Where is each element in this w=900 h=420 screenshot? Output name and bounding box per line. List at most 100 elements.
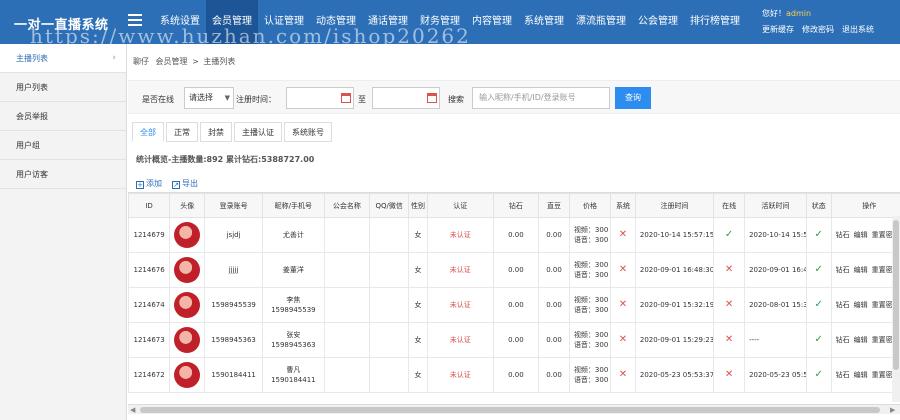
cross-icon: ✕ [618, 299, 628, 310]
sidebar-item-user-list[interactable]: 用户列表 [0, 73, 126, 102]
reg-start-date-input[interactable] [286, 87, 354, 109]
diamond-button[interactable]: 钻石 [836, 301, 850, 309]
cell-qq-wechat [369, 217, 410, 253]
cross-icon: ✕ [724, 369, 734, 380]
nickname: 李焦 [286, 296, 301, 304]
scrollbar-thumb[interactable] [140, 407, 880, 413]
avatar [174, 362, 201, 388]
avatar [174, 257, 201, 283]
scrollbar-thumb[interactable] [893, 220, 899, 370]
vertical-scrollbar[interactable] [892, 216, 900, 402]
sidebar-item-label: 用户访客 [16, 170, 48, 179]
cell-active-time: 2020-08-01 15:32 [744, 287, 807, 323]
query-button[interactable]: 查询 [615, 87, 651, 109]
cell-qq-wechat [369, 252, 410, 288]
cell-account: 1590184411 [204, 357, 263, 393]
nav-calls[interactable]: 通话管理 [362, 0, 414, 44]
voice-price: 语音：300 [573, 341, 609, 349]
nav-moments[interactable]: 动态管理 [310, 0, 362, 44]
tab-normal[interactable]: 正常 [166, 122, 198, 142]
column-header: ID [128, 193, 171, 218]
tab-banned[interactable]: 封禁 [200, 122, 232, 142]
cell-diamond: 0.00 [492, 357, 540, 393]
avatar [174, 222, 201, 248]
menu-toggle-icon[interactable] [128, 14, 142, 26]
tab-system-accounts[interactable]: 系统账号 [284, 122, 332, 142]
check-icon: ✓ [814, 264, 823, 275]
nav-guild[interactable]: 公会管理 [632, 0, 684, 44]
reg-end-date-input[interactable] [372, 87, 440, 109]
cell-reg-time: 2020-09-01 16:48:30 [634, 252, 715, 288]
cell-price: 视频：300 语音：300 [568, 287, 612, 323]
diamond-button[interactable]: 钻石 [836, 336, 850, 344]
cell-account: jjjjj [204, 252, 263, 288]
breadcrumb-item[interactable]: 聊仔 [133, 57, 149, 66]
column-header: QQ/微信 [369, 193, 410, 218]
cell-verification: 未认证 [426, 322, 494, 358]
nav-leaderboard[interactable]: 排行榜管理 [684, 0, 746, 44]
cell-operations: 钻石 编辑 重置密码 [830, 322, 900, 358]
diamond-button[interactable]: 钻石 [836, 231, 850, 239]
edit-button[interactable]: 编辑 [854, 336, 868, 344]
cell-guild [323, 357, 371, 393]
breadcrumb: 聊仔 会员管理 > 主播列表 [133, 56, 235, 67]
nav-drift-bottle[interactable]: 漂流瓶管理 [570, 0, 632, 44]
app-title: 一对一直播系统 [14, 18, 109, 33]
add-button[interactable]: + 添加 [136, 178, 162, 189]
nav-verification[interactable]: 认证管理 [258, 0, 310, 44]
cell-online: ✕ [713, 322, 746, 358]
edit-button[interactable]: 编辑 [854, 371, 868, 379]
cell-diamond: 0.00 [492, 217, 540, 253]
export-button[interactable]: ↗ 导出 [172, 178, 198, 189]
column-header: 活跃时间 [744, 193, 807, 218]
cell-gender: 女 [408, 217, 428, 253]
online-select[interactable]: 请选择 ▼ [184, 87, 234, 109]
cell-bean: 0.00 [538, 357, 570, 393]
table-row[interactable]: 1214676 jjjjj 姜董洋女未认证 0.00 0.00 视频：300 语音：300 ✕… [128, 252, 900, 288]
sidebar-item-user-groups[interactable]: 用户组 [0, 131, 126, 160]
nav-system-settings[interactable]: 系统设置 [154, 0, 206, 44]
nav-member-management[interactable]: 会员管理 [206, 0, 258, 44]
edit-button[interactable]: 编辑 [854, 266, 868, 274]
table-row[interactable]: 1214679 jsjdj 尤善计女未认证 0.00 0.00 视频：300 语音：300 ✕… [128, 217, 900, 253]
table-row[interactable]: 1214674 1598945539 李焦 1598945539 女未认证 0.00 0.0… [128, 287, 900, 323]
cell-status: ✓ [805, 252, 832, 288]
column-header: 在线 [713, 193, 746, 218]
table-row[interactable]: 1214673 1598945363 张安 1598945363 女未认证 0.00 0.0… [128, 322, 900, 358]
tab-all[interactable]: 全部 [132, 122, 164, 142]
scroll-left-icon[interactable]: ◀ [130, 405, 135, 415]
sidebar-item-label: 用户组 [16, 141, 40, 150]
sidebar-item-member-reports[interactable]: 会员举报 [0, 102, 126, 131]
refresh-cache-link[interactable]: 更新缓存 [762, 24, 794, 35]
check-icon: ✓ [814, 369, 823, 380]
diamond-button[interactable]: 钻石 [836, 371, 850, 379]
edit-button[interactable]: 编辑 [854, 231, 868, 239]
table-row[interactable]: 1214672 1590184411 曹凡 1590184411 女未认证 0.00 0.0… [128, 357, 900, 393]
diamond-button[interactable]: 钻石 [836, 266, 850, 274]
breadcrumb-item[interactable]: 会员管理 [156, 57, 188, 66]
edit-button[interactable]: 编辑 [854, 301, 868, 309]
chevron-down-icon: ▼ [224, 94, 230, 102]
sidebar-item-anchor-list[interactable]: 主播列表 › [0, 44, 126, 73]
cell-avatar [169, 252, 206, 288]
nav-system-admin[interactable]: 系统管理 [518, 0, 570, 44]
scroll-right-icon[interactable]: ▶ [890, 405, 895, 415]
cell-operations: 钻石 编辑 重置密码 [830, 252, 900, 288]
stats-summary: 统计概览-主播数量:892 累计钻石:5388727.00 [136, 155, 315, 164]
video-price: 视频：300 [573, 366, 609, 374]
nav-finance[interactable]: 财务管理 [414, 0, 466, 44]
cross-icon: ✕ [618, 264, 628, 275]
tab-anchor-verification[interactable]: 主播认证 [234, 122, 282, 142]
sidebar-item-user-visitors[interactable]: 用户访客 [0, 160, 126, 189]
cell-bean: 0.00 [538, 252, 570, 288]
column-header: 昵称/手机号 [261, 193, 325, 218]
username: admin [786, 9, 812, 18]
horizontal-scrollbar[interactable]: ◀ ▶ [128, 404, 900, 414]
logout-link[interactable]: 退出系统 [842, 24, 874, 35]
cell-guild [323, 252, 371, 288]
search-input[interactable]: 输入昵称/手机/ID/登录账号 [472, 87, 610, 109]
change-password-link[interactable]: 修改密码 [802, 24, 834, 35]
user-area: 您好！admin 更新缓存 修改密码 退出系统 [760, 6, 900, 42]
cell-active-time: 2020-10-14 15:57 [744, 217, 807, 253]
nav-content[interactable]: 内容管理 [466, 0, 518, 44]
